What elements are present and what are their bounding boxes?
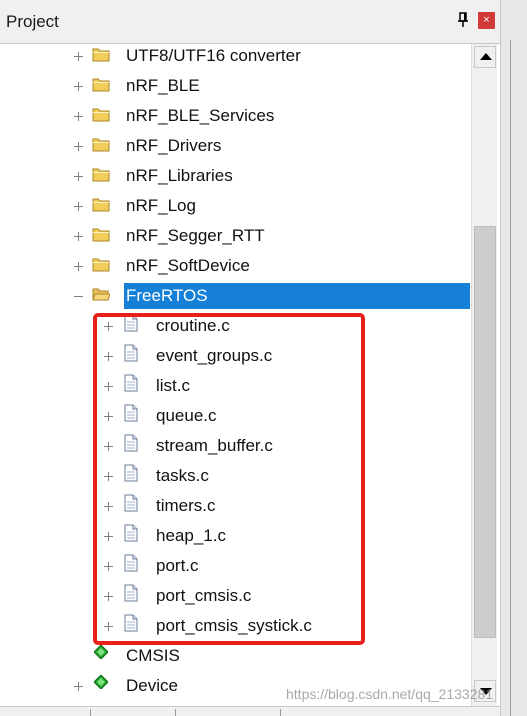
tab-divider [175, 709, 176, 716]
scroll-thumb[interactable] [474, 226, 496, 638]
vertical-scrollbar[interactable] [471, 44, 497, 706]
expand-plus-icon[interactable] [74, 112, 83, 121]
tree-item-label: nRF_Log [126, 196, 196, 215]
tree-item[interactable]: nRF_BLE_Services [0, 103, 471, 133]
folder-icon [92, 168, 110, 182]
expand-plus-icon[interactable] [74, 82, 83, 91]
tree-item-label: nRF_BLE [126, 76, 200, 95]
tree-item-label: nRF_Drivers [126, 136, 222, 155]
folder-icon [92, 48, 110, 62]
adjacent-pane-edge [500, 0, 527, 716]
bottom-tab-strip [0, 706, 500, 716]
expand-plus-icon[interactable] [74, 262, 83, 271]
expand-plus-icon[interactable] [74, 202, 83, 211]
pin-icon[interactable] [455, 12, 471, 30]
folder-icon [92, 198, 110, 212]
open-folder-icon [92, 288, 110, 301]
tree-item-label: nRF_Segger_RTT [126, 226, 265, 245]
tree-item[interactable]: UTF8/UTF16 converter [0, 44, 471, 73]
highlight-rectangle [93, 313, 365, 645]
folder-icon [92, 108, 110, 122]
tree-item[interactable]: nRF_SoftDevice [0, 253, 471, 283]
collapse-minus-icon[interactable] [74, 292, 83, 301]
folder-icon [92, 258, 110, 272]
expand-plus-icon[interactable] [74, 682, 83, 691]
tree-item-label: nRF_BLE_Services [126, 106, 275, 125]
tree-item-label: nRF_Libraries [126, 166, 233, 185]
green-gem-icon [94, 645, 108, 659]
tab-divider [280, 709, 281, 716]
tree-item-label: UTF8/UTF16 converter [126, 46, 301, 65]
panel-titlebar: Project × [0, 0, 500, 44]
tree-item[interactable]: nRF_BLE [0, 73, 471, 103]
divider [510, 40, 511, 716]
tree-item-label: Device [126, 676, 178, 695]
expand-plus-icon[interactable] [74, 232, 83, 241]
chevron-up-icon [480, 53, 492, 60]
panel-title: Project [6, 12, 59, 31]
folder-icon [92, 138, 110, 152]
tree-item[interactable]: CMSIS [0, 643, 471, 673]
tree-item[interactable]: nRF_Drivers [0, 133, 471, 163]
scroll-up-button[interactable] [474, 46, 496, 68]
close-icon[interactable]: × [478, 12, 495, 29]
tree-item[interactable]: nRF_Libraries [0, 163, 471, 193]
tree-item-label: CMSIS [126, 646, 180, 665]
tree-item-label: nRF_SoftDevice [126, 256, 250, 275]
tab-divider [90, 709, 91, 716]
folder-icon [92, 228, 110, 242]
expand-plus-icon[interactable] [74, 172, 83, 181]
tree-item-label: FreeRTOS [124, 283, 470, 309]
expand-plus-icon[interactable] [74, 142, 83, 151]
folder-icon [92, 78, 110, 92]
watermark-text: https://blog.csdn.net/qq_2133281 [286, 686, 494, 702]
tree-item[interactable]: nRF_Log [0, 193, 471, 223]
tree-item[interactable]: FreeRTOS [0, 283, 471, 313]
green-gem-icon [94, 675, 108, 689]
tree-item[interactable]: nRF_Segger_RTT [0, 223, 471, 253]
expand-plus-icon[interactable] [74, 52, 83, 61]
